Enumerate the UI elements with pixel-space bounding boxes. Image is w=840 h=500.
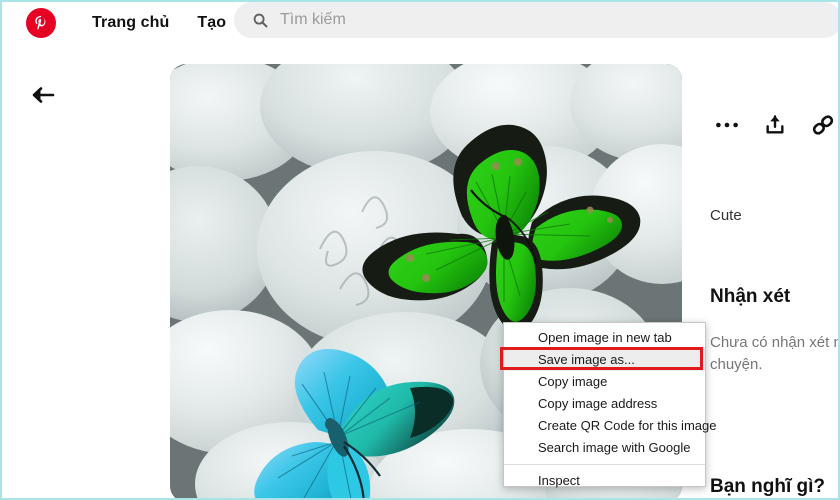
menu-inspect[interactable]: Inspect [504,470,705,492]
pinterest-logo[interactable] [26,7,56,38]
nav-link-home[interactable]: Trang chủ [92,14,169,32]
pin-title: Cute [710,207,742,224]
menu-open-image-new-tab[interactable]: Open image in new tab [504,327,705,349]
comments-empty-text: Chưa có nhận xét n chuyện. [710,334,840,373]
menu-copy-image-address[interactable]: Copy image address [504,393,705,415]
share-button[interactable] [762,112,788,138]
browser-context-menu[interactable]: Open image in new tab Save image as... C… [500,322,716,488]
pin-action-row [714,108,838,142]
menu-search-image-google[interactable]: Search image with Google [504,437,705,459]
search-input[interactable]: Tìm kiếm [280,11,346,29]
menu-save-image-as[interactable]: Save image as... [504,349,705,371]
menu-copy-image[interactable]: Copy image [504,371,705,393]
more-options-button[interactable] [714,112,740,138]
search-icon [252,12,269,29]
comment-prompt[interactable]: Bạn nghĩ gì? [710,476,825,498]
search-bar[interactable]: Tìm kiếm [234,2,838,38]
browser-window: Trang chủ Tạo Tìm kiếm Cute Nhận xét Chư… [0,0,840,500]
back-arrow-icon[interactable] [29,81,57,109]
comments-heading: Nhận xét [710,286,791,307]
menu-divider [504,464,705,465]
menu-create-qr-code[interactable]: Create QR Code for this image [504,415,716,437]
pinterest-top-nav: Trang chủ Tạo Tìm kiếm [2,2,838,43]
nav-link-create[interactable]: Tạo [197,14,226,32]
copy-link-button[interactable] [810,112,836,138]
